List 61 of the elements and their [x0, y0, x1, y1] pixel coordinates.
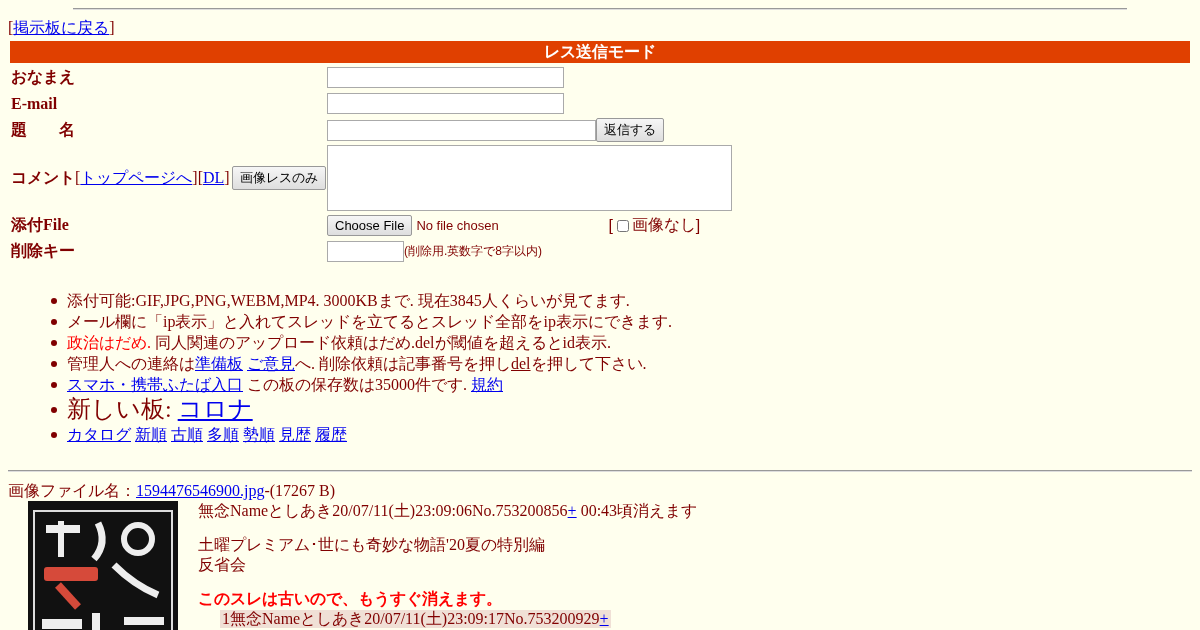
- bullet-icon: [51, 431, 57, 438]
- post-text: 反省会: [198, 555, 247, 575]
- input-field[interactable]: [327, 241, 404, 262]
- notice-text: 管理人への連絡は準備板 ご意見へ. 削除依頼は記事番号を押しdelを押して下さい.: [67, 354, 647, 374]
- link[interactable]: 古順: [171, 426, 203, 443]
- file-link[interactable]: 1594476546900.jpg: [136, 482, 265, 499]
- reply: 1無念Nameとしあき20/07/11(土)23:09:17No.753200929+: [220, 610, 611, 628]
- link[interactable]: 規約: [471, 376, 503, 393]
- file-status: No file chosen: [416, 218, 500, 233]
- link[interactable]: DL: [203, 168, 225, 186]
- file-info: 画像ファイル名：1594476546900.jpg-(17267 B): [8, 481, 337, 501]
- field-label: 削除キー: [11, 241, 75, 261]
- field-label: 添付File: [11, 215, 69, 235]
- link[interactable]: 掲示板に戻る: [13, 19, 110, 36]
- expiry-warning: このスレは古いので、もうすぐ消えます。: [198, 589, 503, 609]
- link[interactable]: +: [567, 502, 577, 519]
- link[interactable]: 多順: [207, 426, 239, 443]
- post-text: 土曜プレミアム･世にも奇妙な物語'20夏の特別編: [198, 535, 546, 555]
- notice-text: メール欄に「ip表示」と入れてスレッドを立てるとスレッド全部をip表示にできます.: [67, 312, 672, 332]
- bullet-icon: [51, 318, 57, 325]
- comment-links: [トップページへ][DL]: [75, 167, 230, 188]
- link[interactable]: スマホ・携帯ふたば入口: [67, 376, 243, 393]
- form-header: レス送信モード: [10, 41, 1190, 63]
- field-label: おなまえ: [11, 67, 75, 88]
- submit-button[interactable]: 返信する: [596, 118, 664, 142]
- field-label: コメント: [11, 167, 75, 188]
- post-header: 無念Nameとしあき20/07/11(土)23:09:06No.753200856+ 00:43頃消えます: [198, 501, 698, 521]
- notice-text: スマホ・携帯ふたば入口 この板の保存数は35000件です. 規約: [67, 375, 503, 395]
- link[interactable]: トップページへ: [80, 168, 193, 186]
- link[interactable]: 履歴: [315, 426, 347, 443]
- bullet-icon: [51, 406, 57, 413]
- link[interactable]: 勢順: [243, 426, 275, 443]
- del-link[interactable]: del: [511, 355, 531, 372]
- field-label: 題 名: [11, 119, 75, 140]
- link[interactable]: 新順: [135, 426, 167, 443]
- bracket: ]: [695, 216, 701, 235]
- bracket: [: [608, 216, 613, 235]
- no-image-checkbox[interactable]: [616, 219, 629, 232]
- link[interactable]: +: [599, 610, 609, 627]
- link[interactable]: 準備板: [195, 355, 243, 372]
- image-only-button[interactable]: 画像レスのみ: [231, 166, 326, 190]
- link[interactable]: 見歴: [279, 426, 311, 443]
- delete-key-hint: (削除用.英数字で8字以内): [404, 243, 542, 260]
- link[interactable]: ご意見: [247, 355, 295, 372]
- bullet-icon: [51, 381, 57, 388]
- input-field[interactable]: [327, 67, 564, 88]
- choose-file-button[interactable]: Choose File: [327, 215, 413, 236]
- notice-text: 添付可能:GIF,JPG,PNG,WEBM,MP4. 3000KBまで. 現在3845人くらいが見てます.: [67, 291, 630, 311]
- bullet-icon: [51, 360, 57, 367]
- checkbox-label: 画像なし: [631, 215, 696, 236]
- bullet-icon: [51, 339, 57, 346]
- notice-text: 新しい板: コロナ: [67, 395, 253, 424]
- link[interactable]: カタログ: [67, 426, 131, 443]
- field-label: E-mail: [11, 94, 58, 113]
- input-field[interactable]: [327, 93, 564, 114]
- back-link-text: [掲示板に戻る]: [8, 18, 115, 37]
- bullet-icon: [51, 297, 57, 304]
- input-field[interactable]: [327, 119, 596, 141]
- link[interactable]: コロナ: [177, 396, 253, 422]
- notice-text: 政治はだめ. 同人関連のアップロード依頼はだめ.delが閾値を超えるとid表示.: [67, 333, 611, 353]
- comment-field[interactable]: [327, 145, 732, 211]
